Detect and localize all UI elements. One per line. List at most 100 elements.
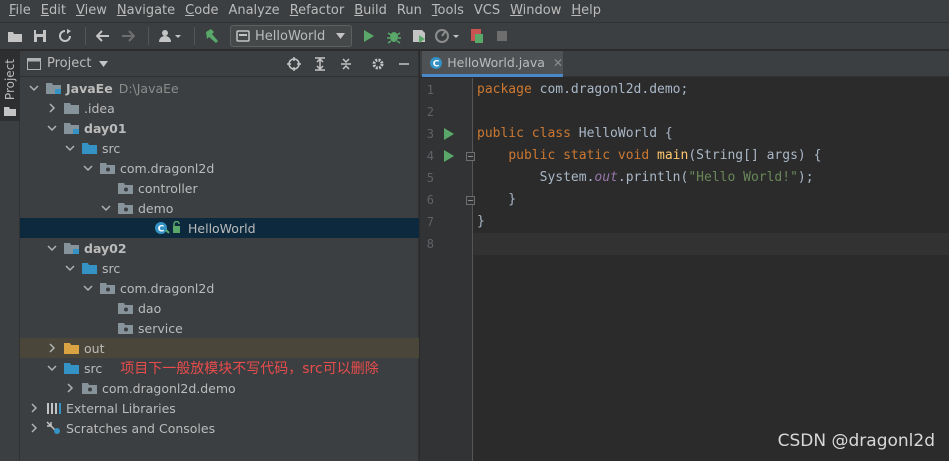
code-line: System.out.println("Hello World!"); bbox=[473, 167, 949, 189]
tree-item-label: com.dragonl2d bbox=[120, 280, 215, 296]
sync-icon[interactable] bbox=[54, 25, 76, 47]
tree-item[interactable]: com.dragonl2d.demo bbox=[20, 378, 419, 398]
chevron-down-icon[interactable] bbox=[28, 82, 40, 94]
tree-item[interactable]: controller bbox=[20, 178, 419, 198]
code-token: public class bbox=[477, 126, 579, 141]
chevron-down-icon[interactable] bbox=[64, 262, 76, 274]
run-gutter-icon[interactable] bbox=[443, 128, 455, 140]
menu-item-help[interactable]: Help bbox=[566, 0, 606, 22]
collapse-all-icon[interactable] bbox=[336, 54, 356, 74]
profile-icon[interactable] bbox=[433, 25, 463, 47]
tree-item[interactable]: dao bbox=[20, 298, 419, 318]
tree-item-label: JavaEe bbox=[66, 80, 113, 96]
chevron-right-icon[interactable] bbox=[28, 402, 40, 414]
menu-item-window[interactable]: Window bbox=[505, 0, 566, 22]
close-icon[interactable]: ✕ bbox=[553, 56, 563, 70]
line-number: 1 bbox=[426, 83, 434, 97]
menu-mnemonic: W bbox=[510, 3, 523, 18]
run-config-icon bbox=[236, 30, 250, 42]
save-icon[interactable] bbox=[29, 25, 51, 47]
tree-item[interactable]: Scratches and Consoles bbox=[20, 418, 419, 438]
package-icon bbox=[100, 281, 116, 295]
menu-item-code[interactable]: Code bbox=[180, 0, 223, 22]
menu-item-analyze[interactable]: Analyze bbox=[223, 0, 284, 22]
hammer-icon[interactable] bbox=[201, 25, 223, 47]
forward-arrow-icon[interactable] bbox=[117, 25, 139, 47]
tree-item-label: src bbox=[84, 360, 103, 376]
main-toolbar: HelloWorld bbox=[0, 22, 949, 50]
menu-item-run[interactable]: Run bbox=[392, 0, 427, 22]
excluded-folder-icon bbox=[64, 341, 80, 355]
run-configuration-select[interactable]: HelloWorld bbox=[230, 25, 352, 47]
tree-item[interactable]: .idea bbox=[20, 98, 419, 118]
tree-item[interactable]: src bbox=[20, 258, 419, 278]
menu-item-file[interactable]: File bbox=[4, 0, 36, 22]
code-token: "Hello World!" bbox=[688, 170, 798, 185]
menu-item-edit[interactable]: Edit bbox=[36, 0, 71, 22]
code-token: .println( bbox=[617, 170, 689, 185]
tree-item-label: src bbox=[102, 260, 121, 276]
code-token: ); bbox=[797, 170, 814, 185]
tree-item-label: src bbox=[102, 140, 121, 156]
toolbar-separator bbox=[85, 27, 86, 45]
tree-item[interactable]: src 项目下一般放模块不写代码，src可以删除 bbox=[20, 358, 419, 378]
minimize-icon[interactable] bbox=[394, 54, 414, 74]
left-tool-strip: Project bbox=[0, 51, 20, 461]
tree-item[interactable]: JavaEe D:\JavaEe bbox=[20, 78, 419, 98]
run-gutter-icon[interactable] bbox=[443, 150, 455, 162]
menu-label: efactor bbox=[298, 3, 345, 18]
chevron-down-icon[interactable] bbox=[46, 362, 58, 374]
chevron-right-icon[interactable] bbox=[46, 342, 58, 354]
code-token: HelloWorld { bbox=[578, 126, 673, 141]
chevron-down-icon[interactable] bbox=[100, 202, 112, 214]
tree-item[interactable]: com.dragonl2d bbox=[20, 158, 419, 178]
menu-item-vcs[interactable]: VCS bbox=[469, 0, 505, 22]
chevron-down-icon[interactable] bbox=[99, 60, 109, 67]
code-area[interactable]: package com.dragonl2d.demo; public class … bbox=[473, 78, 949, 461]
chevron-down-icon[interactable] bbox=[82, 162, 94, 174]
module-icon bbox=[46, 81, 62, 95]
chevron-down-icon[interactable] bbox=[46, 122, 58, 134]
tree-item[interactable]: demo bbox=[20, 198, 419, 218]
tree-item[interactable]: src bbox=[20, 138, 419, 158]
debug-icon[interactable] bbox=[383, 25, 405, 47]
project-tool-tab[interactable]: Project bbox=[0, 51, 20, 121]
run-icon[interactable] bbox=[358, 25, 380, 47]
gradle-icon[interactable] bbox=[466, 25, 488, 47]
menu-item-view[interactable]: View bbox=[71, 0, 112, 22]
run-config-label: HelloWorld bbox=[255, 28, 326, 44]
tree-item[interactable]: day01 bbox=[20, 118, 419, 138]
menu-item-navigate[interactable]: Navigate bbox=[112, 0, 180, 22]
tree-item[interactable]: service bbox=[20, 318, 419, 338]
gear-icon[interactable] bbox=[368, 54, 388, 74]
stop-icon[interactable] bbox=[491, 25, 513, 47]
locate-icon[interactable] bbox=[284, 54, 304, 74]
chevron-right-icon[interactable] bbox=[28, 422, 40, 434]
libraries-icon bbox=[46, 401, 62, 415]
menu-item-refactor[interactable]: Refactor bbox=[285, 0, 350, 22]
coverage-icon[interactable] bbox=[408, 25, 430, 47]
editor-tab-helloworld[interactable]: C HelloWorld.java ✕ bbox=[422, 51, 563, 77]
tree-item[interactable]: out bbox=[20, 338, 419, 358]
expand-all-icon[interactable] bbox=[310, 54, 330, 74]
user-icon[interactable] bbox=[155, 25, 185, 47]
editor-tab-label: HelloWorld.java bbox=[447, 55, 545, 70]
annotation-note: 项目下一般放模块不写代码，src可以删除 bbox=[120, 361, 379, 377]
tree-item[interactable]: External Libraries bbox=[20, 398, 419, 418]
open-folder-icon[interactable] bbox=[4, 25, 26, 47]
tree-item[interactable]: C HelloWorld bbox=[20, 218, 419, 238]
menu-item-build[interactable]: Build bbox=[349, 0, 392, 22]
tree-item[interactable]: day02 bbox=[20, 238, 419, 258]
back-arrow-icon[interactable] bbox=[92, 25, 114, 47]
menu-item-tools[interactable]: Tools bbox=[427, 0, 469, 22]
menu-label: ode bbox=[194, 3, 219, 18]
chevron-down-icon[interactable] bbox=[46, 242, 58, 254]
chevron-down-icon[interactable] bbox=[82, 282, 94, 294]
chevron-right-icon[interactable] bbox=[46, 102, 58, 114]
tree-item[interactable]: com.dragonl2d bbox=[20, 278, 419, 298]
chevron-down-icon[interactable] bbox=[64, 142, 76, 154]
chevron-right-icon[interactable] bbox=[64, 382, 76, 394]
